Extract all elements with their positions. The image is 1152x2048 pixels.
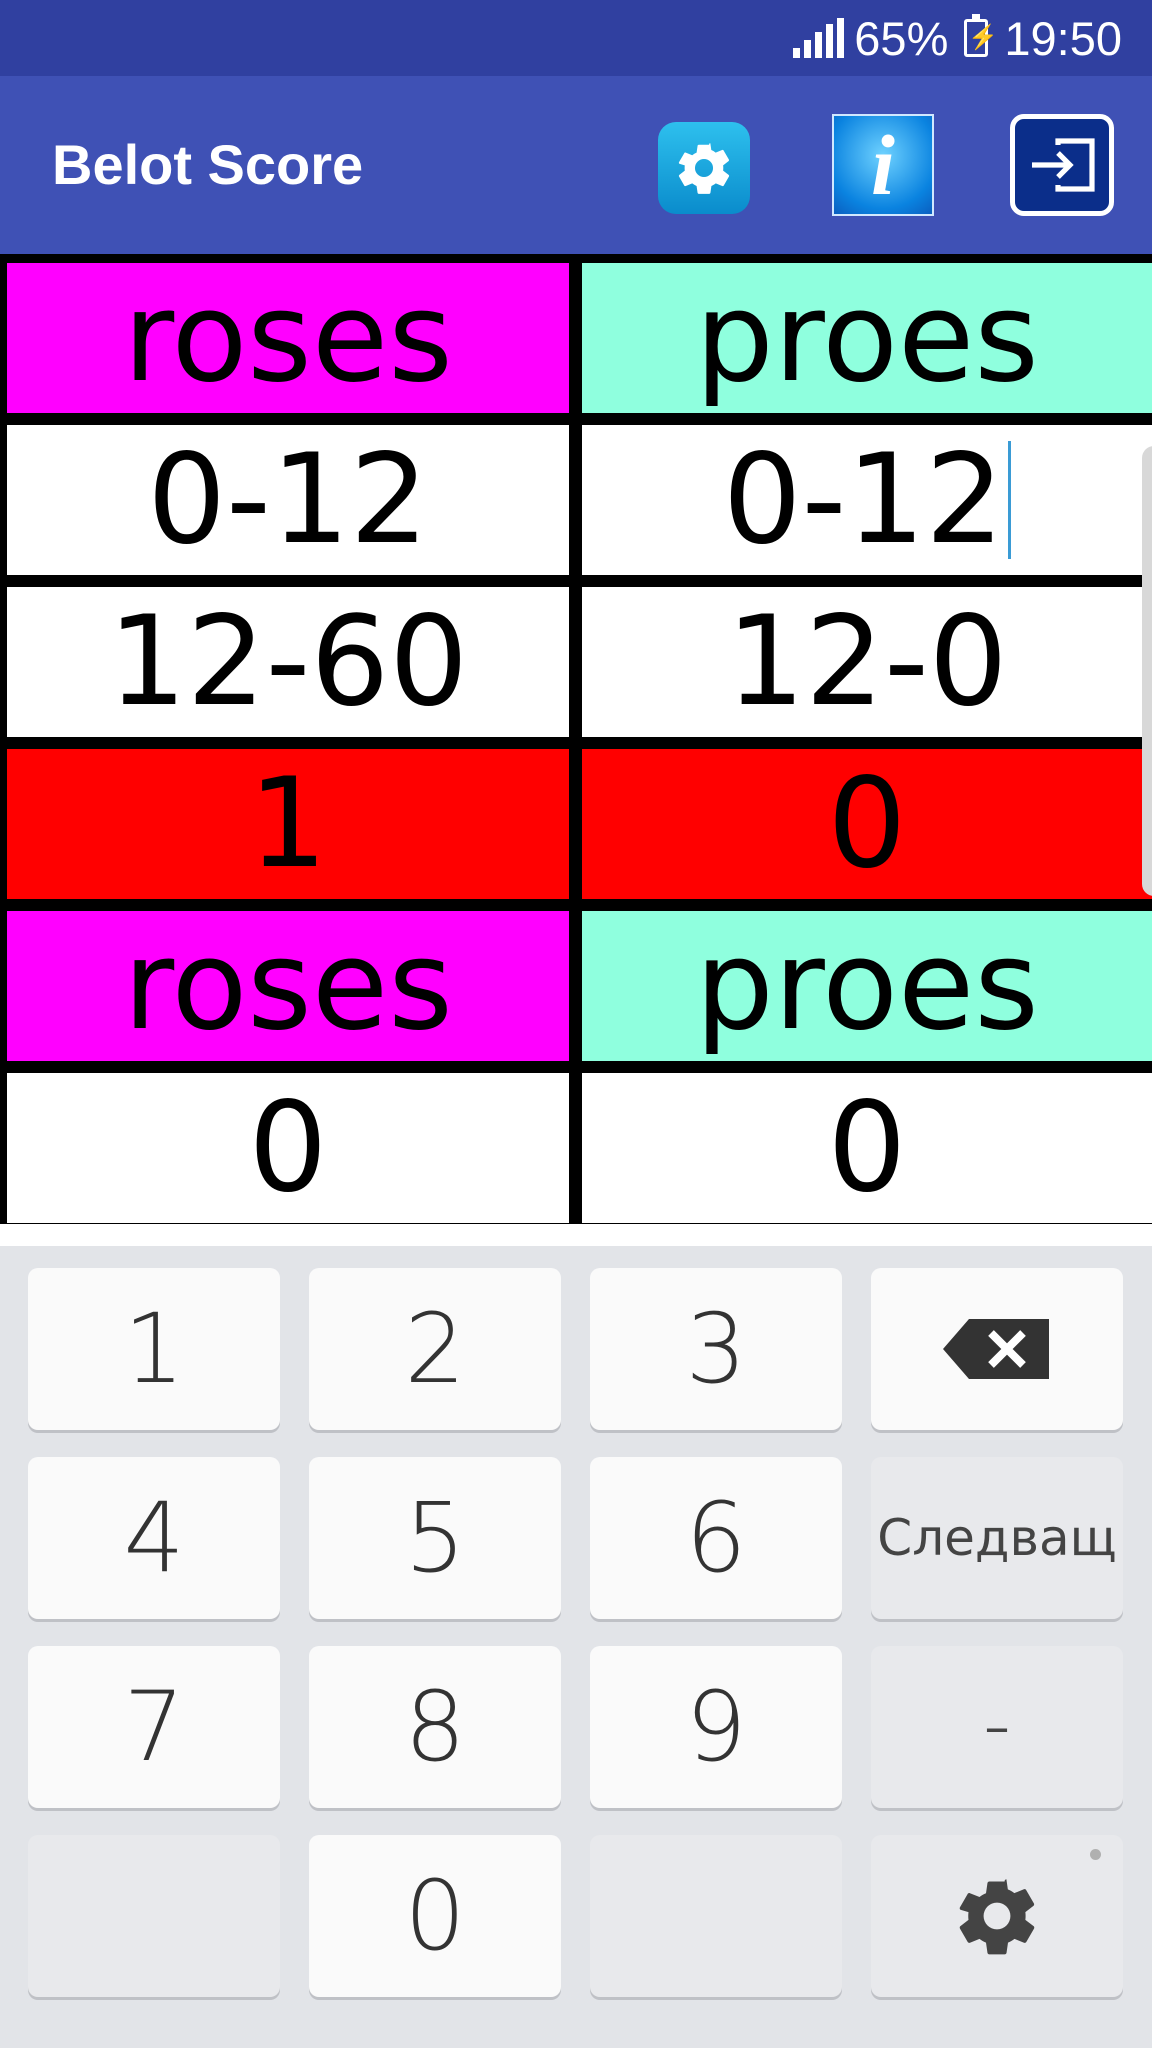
- blank-key-right[interactable]: [590, 1835, 842, 1997]
- long-press-indicator: [1090, 1849, 1101, 1860]
- team2-name-cell[interactable]: proes: [582, 263, 1152, 413]
- key-1[interactable]: 1: [28, 1268, 280, 1430]
- backspace-key[interactable]: [871, 1268, 1123, 1430]
- score-table: roses proes 0-12 0-12 12-60 12-0 1 0 ros…: [0, 254, 1152, 1224]
- blank-key-left[interactable]: [28, 1835, 280, 1997]
- settings-gear-icon: [678, 143, 730, 194]
- key-5[interactable]: 5: [309, 1457, 561, 1619]
- team2-result-cell[interactable]: 0: [582, 1073, 1152, 1223]
- team1-score-input[interactable]: 0-12: [7, 425, 569, 575]
- battery-charging-icon: ⚡: [964, 14, 998, 57]
- exit-icon: [1032, 138, 1095, 192]
- key-3[interactable]: 3: [590, 1268, 842, 1430]
- key-4[interactable]: 4: [28, 1457, 280, 1619]
- exit-button[interactable]: [1010, 114, 1114, 216]
- team2-score-input-value: 0-12: [722, 428, 1005, 572]
- minus-key[interactable]: –: [871, 1646, 1123, 1808]
- team1-name-cell-lower[interactable]: roses: [7, 911, 569, 1061]
- clock: 19:50: [1004, 11, 1122, 65]
- key-2[interactable]: 2: [309, 1268, 561, 1430]
- keyboard-settings-icon: [959, 1879, 1035, 1955]
- team2-name-cell-lower[interactable]: proes: [582, 911, 1152, 1061]
- team1-games-won-cell[interactable]: 1: [7, 749, 569, 899]
- team2-score-input[interactable]: 0-12: [582, 425, 1152, 575]
- app-bar: Belot Score i: [0, 76, 1152, 254]
- team1-total-cell[interactable]: 12-60: [7, 587, 569, 737]
- key-7[interactable]: 7: [28, 1646, 280, 1808]
- info-button[interactable]: i: [832, 114, 934, 216]
- signal-icon: [793, 18, 845, 58]
- team2-games-won-cell[interactable]: 0: [582, 749, 1152, 899]
- team1-result-cell[interactable]: 0: [7, 1073, 569, 1223]
- next-key[interactable]: Следващ: [871, 1457, 1123, 1619]
- team2-total-cell[interactable]: 12-0: [582, 587, 1152, 737]
- settings-button[interactable]: [658, 122, 750, 214]
- key-9[interactable]: 9: [590, 1646, 842, 1808]
- numeric-keyboard: 1 2 3 4 5 6 Следващ 7 8 9 – 0: [0, 1246, 1152, 2048]
- text-cursor: [1008, 441, 1012, 559]
- team1-name-cell[interactable]: roses: [7, 263, 569, 413]
- battery-percent: 65%: [854, 11, 949, 65]
- key-8[interactable]: 8: [309, 1646, 561, 1808]
- status-bar: 65% ⚡ 19:50: [0, 0, 1152, 76]
- info-icon: i: [871, 117, 895, 213]
- app-title: Belot Score: [52, 133, 364, 196]
- edge-panel-handle[interactable]: [1142, 446, 1152, 896]
- key-0[interactable]: 0: [309, 1835, 561, 1997]
- keyboard-settings-key[interactable]: [871, 1835, 1123, 1997]
- backspace-icon: [943, 1319, 1049, 1379]
- key-6[interactable]: 6: [590, 1457, 842, 1619]
- status-right-group: 65% ⚡ 19:50: [793, 0, 1122, 76]
